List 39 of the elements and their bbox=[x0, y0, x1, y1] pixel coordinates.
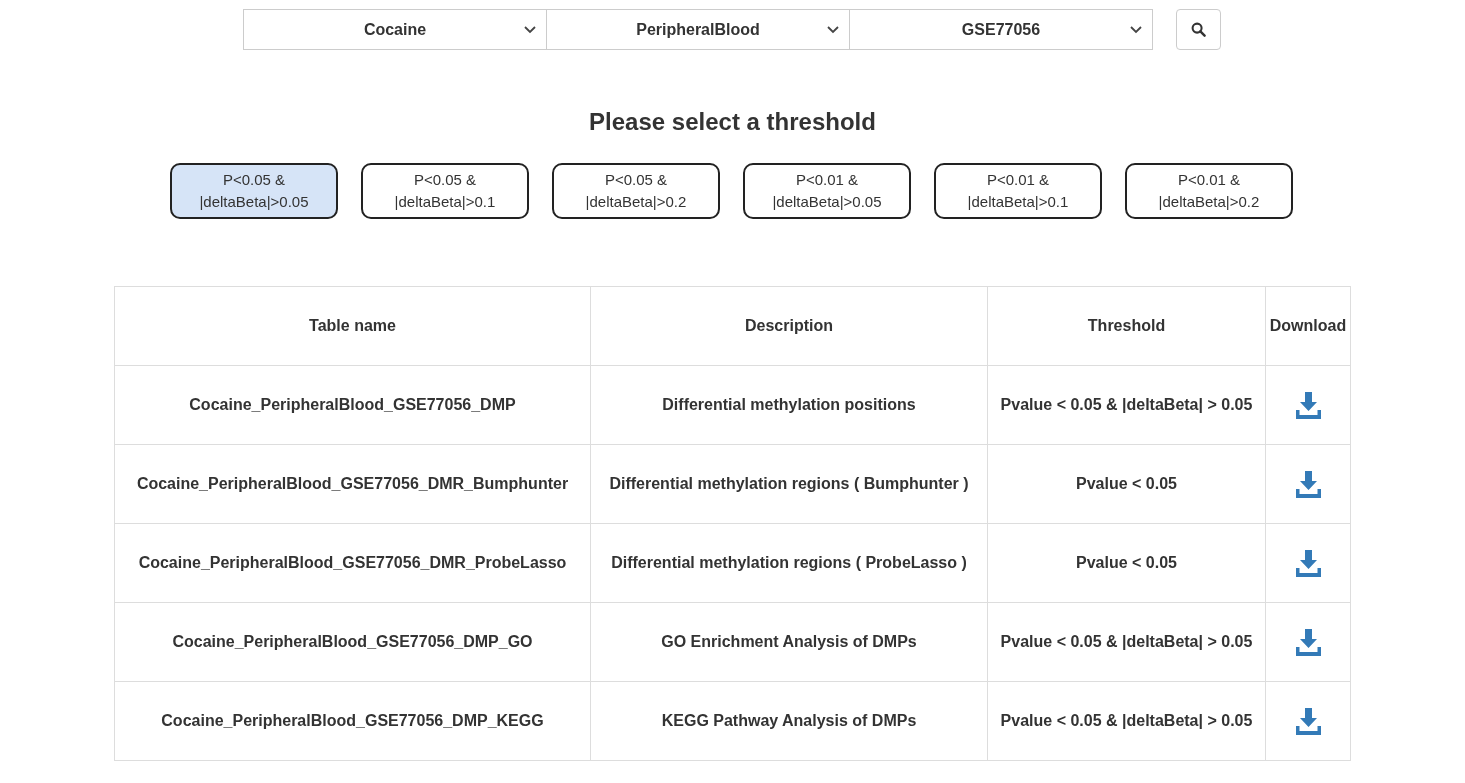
search-icon bbox=[1191, 22, 1206, 37]
table-cell: Pvalue < 0.05 & |deltaBeta| > 0.05 bbox=[987, 602, 1266, 682]
column-header: Threshold bbox=[987, 286, 1266, 366]
table-cell: Cocaine_PeripheralBlood_GSE77056_DMP_KEGG bbox=[114, 681, 591, 761]
chevron-down-icon bbox=[1130, 26, 1142, 34]
chevron-down-icon bbox=[524, 26, 536, 34]
table-cell: KEGG Pathway Analysis of DMPs bbox=[590, 681, 988, 761]
download-icon[interactable] bbox=[1295, 470, 1321, 498]
table-cell: Cocaine_PeripheralBlood_GSE77056_DMR_Bumphunter bbox=[114, 444, 591, 524]
table-cell: Differential methylation regions ( Bumphunter ) bbox=[590, 444, 988, 524]
threshold-button[interactable]: P<0.01 & |deltaBeta|>0.2 bbox=[1125, 163, 1293, 219]
search-button[interactable] bbox=[1176, 9, 1221, 50]
download-icon[interactable] bbox=[1295, 707, 1321, 735]
table-cell: Pvalue < 0.05 bbox=[987, 523, 1266, 603]
threshold-button[interactable]: P<0.01 & |deltaBeta|>0.05 bbox=[743, 163, 911, 219]
chevron-down-icon bbox=[827, 26, 839, 34]
column-header: Table name bbox=[114, 286, 591, 366]
download-icon[interactable] bbox=[1295, 391, 1321, 419]
threshold-button[interactable]: P<0.05 & |deltaBeta|>0.05 bbox=[170, 163, 338, 219]
table-cell: Pvalue < 0.05 & |deltaBeta| > 0.05 bbox=[987, 365, 1266, 445]
table-cell: Differential methylation regions ( ProbeLasso ) bbox=[590, 523, 988, 603]
table-cell: Differential methylation positions bbox=[590, 365, 988, 445]
threshold-button[interactable]: P<0.01 & |deltaBeta|>0.1 bbox=[934, 163, 1102, 219]
table-cell: Cocaine_PeripheralBlood_GSE77056_DMP bbox=[114, 365, 591, 445]
download-icon[interactable] bbox=[1295, 628, 1321, 656]
dropdown[interactable]: Cocaine bbox=[243, 9, 547, 50]
section-heading: Please select a threshold bbox=[588, 107, 877, 137]
table-cell: Cocaine_PeripheralBlood_GSE77056_DMP_GO bbox=[114, 602, 591, 682]
table-cell: Pvalue < 0.05 bbox=[987, 444, 1266, 524]
table-cell: Cocaine_PeripheralBlood_GSE77056_DMR_ProbeLasso bbox=[114, 523, 591, 603]
dropdown[interactable]: PeripheralBlood bbox=[546, 9, 850, 50]
threshold-button[interactable]: P<0.05 & |deltaBeta|>0.2 bbox=[552, 163, 720, 219]
download-icon[interactable] bbox=[1295, 549, 1321, 577]
dropdown[interactable]: GSE77056 bbox=[849, 9, 1153, 50]
threshold-button[interactable]: P<0.05 & |deltaBeta|>0.1 bbox=[361, 163, 529, 219]
table-cell: GO Enrichment Analysis of DMPs bbox=[590, 602, 988, 682]
column-header: Description bbox=[590, 286, 988, 366]
table-cell: Pvalue < 0.05 & |deltaBeta| > 0.05 bbox=[987, 681, 1266, 761]
column-header: Download bbox=[1265, 286, 1351, 366]
